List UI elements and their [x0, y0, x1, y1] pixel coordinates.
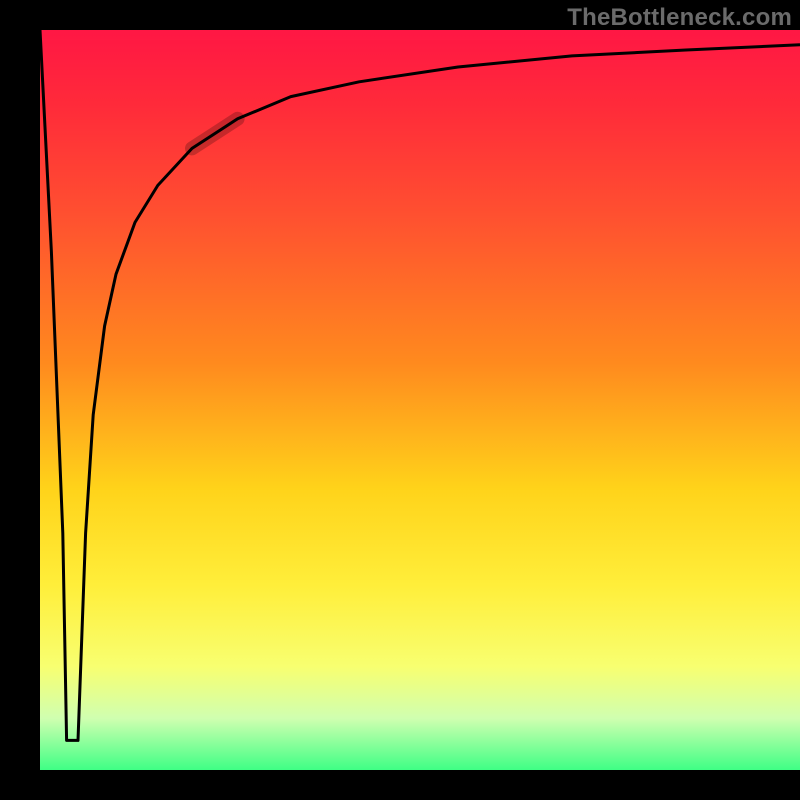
chart-frame: TheBottleneck.com	[0, 0, 800, 800]
bottleneck-curve	[40, 30, 800, 740]
watermark-text: TheBottleneck.com	[567, 4, 792, 32]
plot-area	[40, 30, 800, 770]
curve-svg	[40, 30, 800, 770]
